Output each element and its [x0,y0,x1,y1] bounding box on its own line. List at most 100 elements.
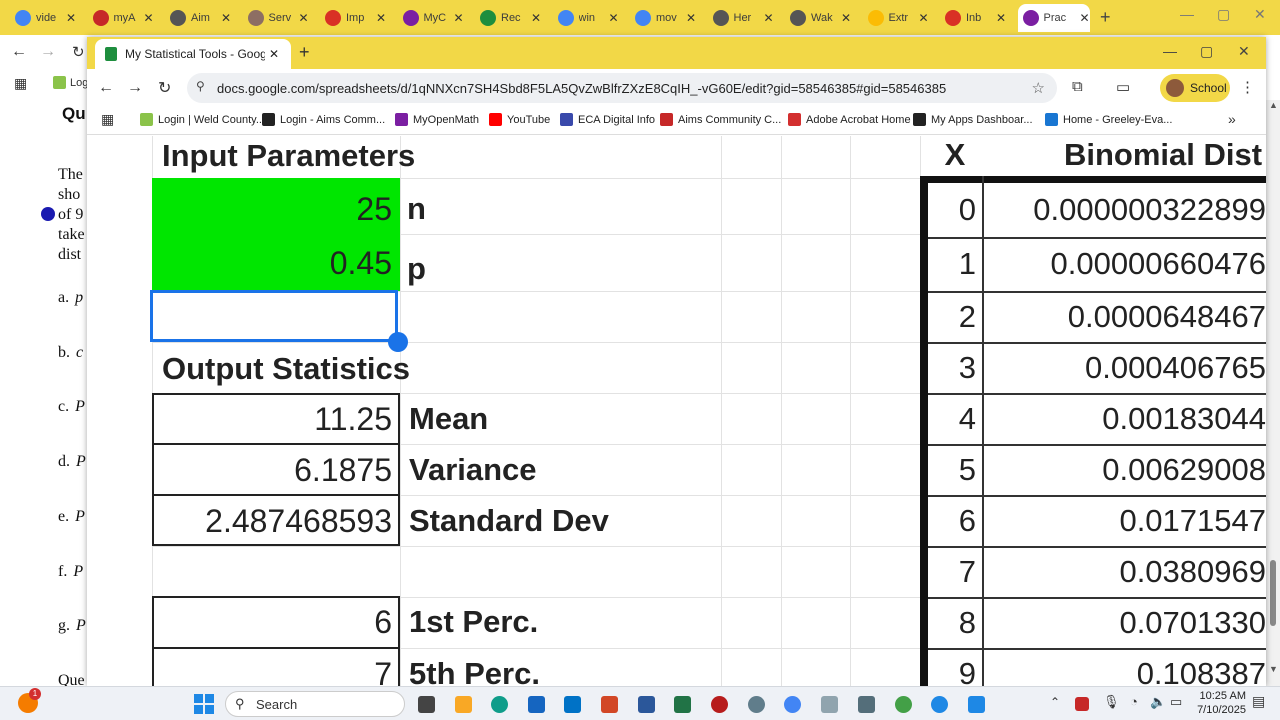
outer-minimize-button[interactable]: — [1180,6,1194,22]
inner-maximize-button[interactable]: ▢ [1200,43,1213,60]
bookmark-item[interactable]: Login - Aims Comm... [262,113,385,126]
probability-value-cell[interactable]: 0.00183044 [987,393,1266,444]
outer-tab-close-icon[interactable]: ✕ [841,11,851,25]
volume-icon[interactable]: 🔈 [1150,694,1166,710]
outer-tab-close-icon[interactable]: ✕ [453,11,463,25]
outer-tab-close-icon[interactable]: ✕ [763,11,773,25]
powerpoint-icon[interactable] [601,696,618,713]
variance-value-cell[interactable]: 6.1875 [152,445,400,495]
bookmark-star-icon[interactable]: ☆ [1032,79,1045,97]
probability-value-cell[interactable]: 0.0701330 [987,597,1266,648]
outer-tab-close-icon[interactable]: ✕ [221,11,231,25]
x-value-cell[interactable]: 1 [930,237,980,291]
app-icon[interactable] [711,696,728,713]
outer-maximize-button[interactable]: ▢ [1217,6,1230,23]
tray-chevron-icon[interactable]: ⌃ [1050,695,1060,709]
edge-icon[interactable] [491,696,508,713]
n-value-cell[interactable]: 25 [152,182,400,236]
tray-app-icon[interactable] [1075,697,1089,711]
variance-label-cell[interactable]: Variance [409,445,537,495]
outer-tab-close-icon[interactable]: ✕ [298,11,308,25]
outer-tab-close-icon[interactable]: ✕ [608,11,618,25]
x-value-cell[interactable]: 9 [930,648,980,687]
probability-value-cell[interactable]: 0.108387 [987,648,1266,687]
probability-value-cell[interactable]: 0.000000322899 [987,183,1266,237]
inner-new-tab-button[interactable]: + [299,42,310,63]
mean-label-cell[interactable]: Mean [409,394,488,444]
mean-value-cell[interactable]: 11.25 [152,394,400,444]
sd-label-cell[interactable]: Standard Dev [409,496,609,546]
x-value-cell[interactable]: 6 [930,495,980,546]
profile-button[interactable]: School [1160,74,1230,102]
outer-bookmark-label[interactable]: Log [70,77,88,89]
wifi-icon[interactable]: ◔ [1130,694,1138,709]
outer-new-tab-button[interactable]: + [1100,7,1111,28]
cast-icon[interactable]: ▭ [1116,78,1130,96]
outer-tab[interactable]: mov ✕ [630,4,696,32]
outer-tab-close-icon[interactable]: ✕ [143,11,153,25]
outer-tab-close-icon[interactable]: ✕ [918,11,928,25]
chrome-icon[interactable] [784,696,801,713]
inner-minimize-button[interactable]: — [1163,43,1177,59]
outer-tab[interactable]: Imp ✕ [320,4,386,32]
outer-tab[interactable]: Inb ✕ [940,4,1006,32]
spreadsheet-grid[interactable]: Input Parameters 25 n 0.45 p Output Stat… [87,136,1266,686]
store-icon[interactable] [528,696,545,713]
outer-tab-close-icon[interactable]: ✕ [376,11,386,25]
bookmark-item[interactable]: MyOpenMath [395,113,479,126]
bookmark-item[interactable]: Home - Greeley-Eva... [1045,113,1172,126]
bookmark-item[interactable]: YouTube [489,113,550,126]
settings-icon[interactable] [748,696,765,713]
probability-value-cell[interactable]: 0.0171547 [987,495,1266,546]
x-value-cell[interactable]: 2 [930,291,980,342]
outer-tab[interactable]: win ✕ [553,4,619,32]
outer-tab[interactable]: Her ✕ [708,4,774,32]
outer-tab[interactable]: vide ✕ [10,4,76,32]
probability-value-cell[interactable]: 0.0000648467 [987,291,1266,342]
chat-icon[interactable] [895,696,912,713]
outer-tab[interactable]: Extr ✕ [863,4,929,32]
p-label-cell[interactable]: p [407,242,426,296]
outer-tab[interactable]: Aim ✕ [165,4,231,32]
bookmark-item[interactable]: Aims Community C... [660,113,781,126]
notifications-icon[interactable]: ▤ [1252,693,1265,710]
extensions-icon[interactable]: ⧉ [1072,78,1083,95]
x-value-cell[interactable]: 7 [930,546,980,597]
outlook-icon[interactable] [564,696,581,713]
outer-tab-close-icon[interactable]: ✕ [66,11,76,25]
p1-label-cell[interactable]: 1st Perc. [409,597,538,647]
site-info-icon[interactable]: ⚲ [196,79,205,93]
inner-close-button[interactable]: ✕ [1238,43,1250,60]
zoom-icon[interactable] [931,696,948,713]
bookmark-item[interactable]: My Apps Dashboar... [913,113,1033,126]
word-icon[interactable] [638,696,655,713]
battery-icon[interactable]: ▭ [1170,694,1182,710]
taskbar-search[interactable]: ⚲ Search [225,691,405,717]
sd-value-cell[interactable]: 2.487468593 [152,496,400,546]
outer-reload-icon[interactable]: ↻ [72,43,85,61]
photos-icon[interactable] [821,696,838,713]
outer-tab[interactable]: MyC ✕ [398,4,464,32]
n-label-cell[interactable]: n [407,182,426,236]
x-value-cell[interactable]: 8 [930,597,980,648]
outer-apps-icon[interactable]: ▦ [14,75,27,92]
x-value-cell[interactable]: 5 [930,444,980,495]
task-view-icon[interactable] [418,696,435,713]
probability-value-cell[interactable]: 0.00629008 [987,444,1266,495]
selected-cell[interactable] [150,290,398,342]
microphone-icon[interactable]: 🎙 [1103,694,1120,710]
bookmark-item[interactable]: Adobe Acrobat Home [788,113,911,126]
outer-forward-icon[interactable]: → [40,43,56,61]
outer-tab-close-icon[interactable]: ✕ [686,11,696,25]
inner-reload-icon[interactable]: ↻ [158,78,171,98]
start-windows-icon[interactable] [194,694,214,714]
calculator-icon[interactable] [858,696,875,713]
address-bar[interactable]: ⚲ docs.google.com/spreadsheets/d/1qNNXcn… [187,73,1057,103]
outer-close-button[interactable]: ✕ [1254,6,1266,23]
outer-tab[interactable]: Serv ✕ [243,4,309,32]
outer-tab[interactable]: Wak ✕ [785,4,851,32]
x-value-cell[interactable]: 0 [930,183,980,237]
p1-value-cell[interactable]: 6 [152,597,400,647]
outer-scrollbar[interactable]: ▲ ▼ [1266,100,1280,686]
system-clock[interactable]: 10:25 AM 7/10/2025 [1192,689,1246,717]
